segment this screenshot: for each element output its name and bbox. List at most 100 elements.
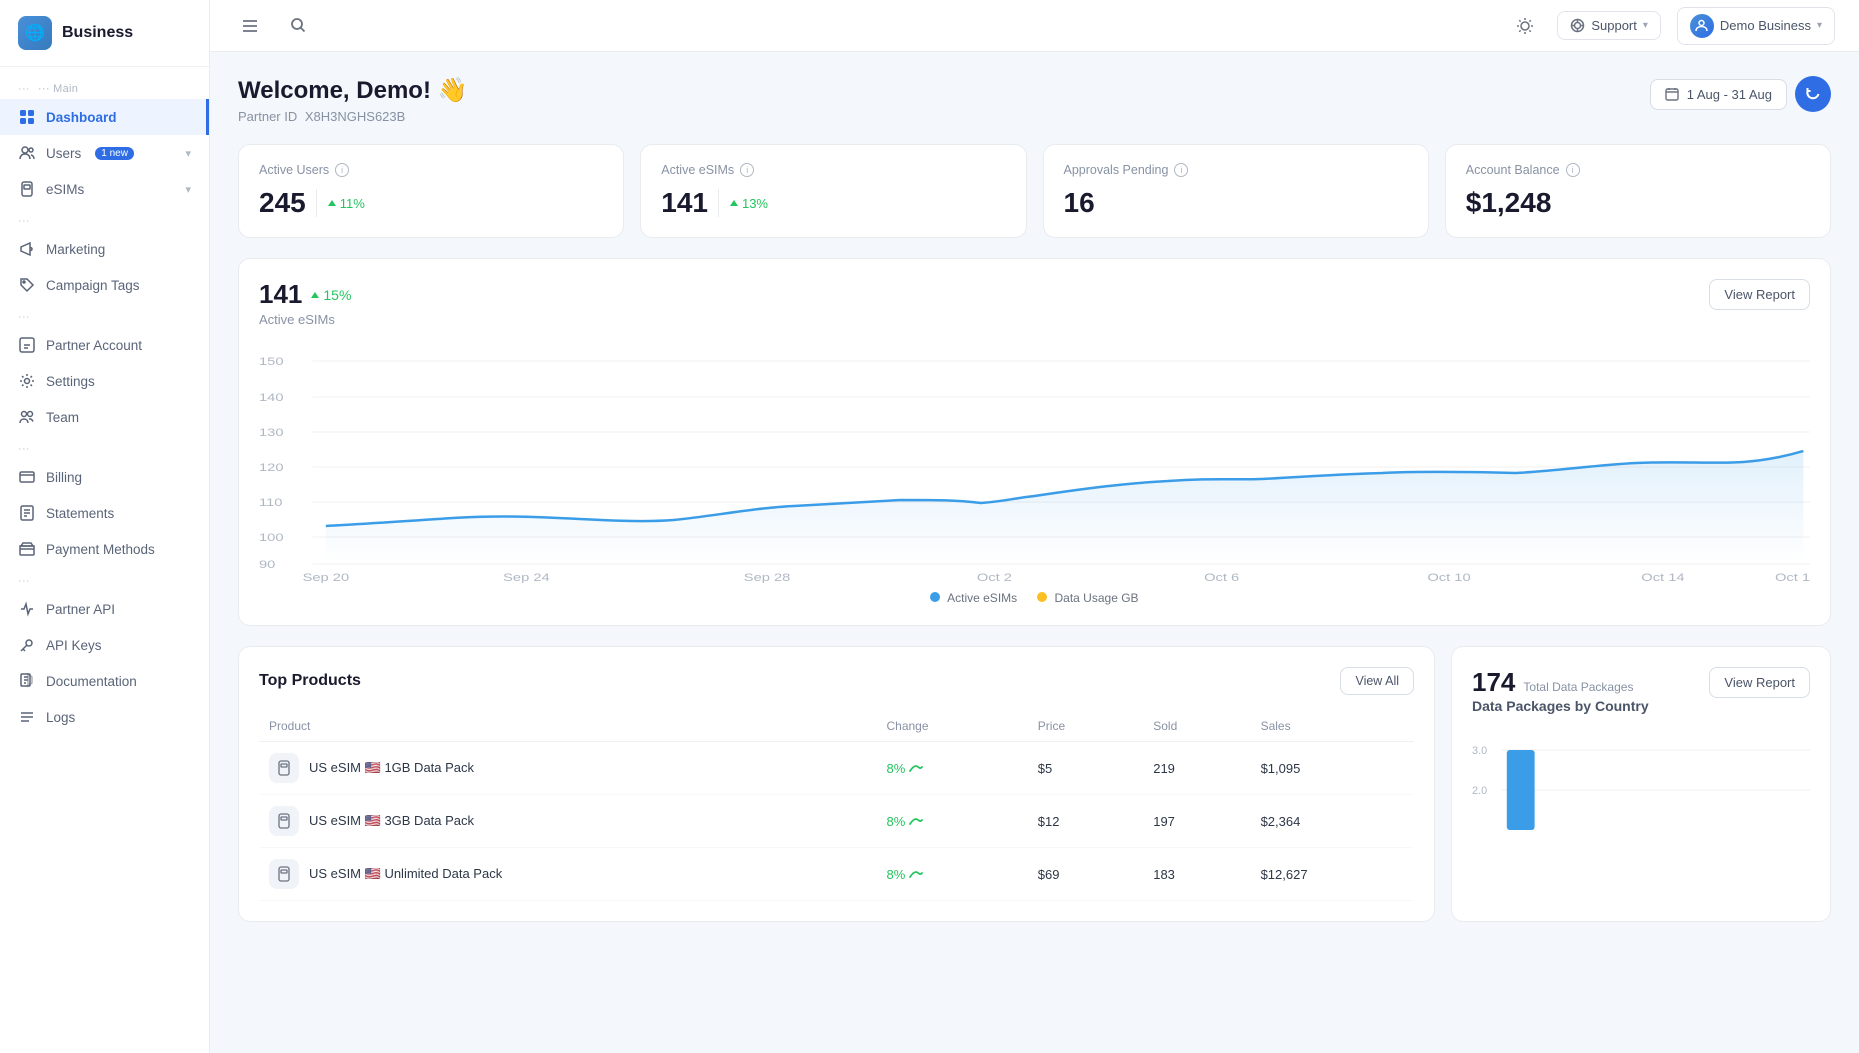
demo-avatar — [1690, 14, 1714, 38]
stat-value: 16 — [1064, 187, 1408, 219]
sidebar-item-dashboard[interactable]: Dashboard — [0, 99, 209, 135]
chevron-down-icon: ▾ — [185, 183, 191, 196]
packages-info: 174 Total Data Packages Data Packages by… — [1472, 667, 1649, 726]
stat-label: Active eSIMs i — [661, 163, 1005, 177]
date-range-picker[interactable]: 1 Aug - 31 Aug — [1650, 79, 1787, 110]
sidebar-item-settings[interactable]: Settings — [0, 363, 209, 399]
divider — [316, 189, 317, 217]
stat-value: 141 13% — [661, 187, 1005, 219]
svg-text:Sep 24: Sep 24 — [503, 571, 550, 583]
chart-change: 15% — [310, 287, 351, 303]
chart-main-value: 141 15% — [259, 279, 351, 310]
sun-icon[interactable] — [1509, 10, 1541, 42]
sidebar-item-api-keys[interactable]: API Keys — [0, 627, 209, 663]
svg-text:140: 140 — [259, 391, 284, 404]
table-row: US eSIM 🇺🇸 Unlimited Data Pack 8% $69 — [259, 848, 1414, 901]
campaign-tags-icon — [18, 276, 36, 294]
packages-count-row: 174 Total Data Packages — [1472, 667, 1649, 698]
right-card-header: 174 Total Data Packages Data Packages by… — [1472, 667, 1810, 726]
view-report-button[interactable]: View Report — [1709, 667, 1810, 698]
payment-methods-icon — [18, 540, 36, 558]
documentation-icon — [18, 672, 36, 690]
sidebar: 🌐 Business ······ Main Dashboard Users 1… — [0, 0, 210, 1053]
table-title: Top Products — [259, 672, 361, 690]
chart-legend: Active eSIMs Data Usage GB — [259, 591, 1810, 605]
svg-text:Oct 18: Oct 18 — [1775, 571, 1810, 583]
sidebar-item-team[interactable]: Team — [0, 399, 209, 435]
sidebar-item-campaign-tags[interactable]: Campaign Tags — [0, 267, 209, 303]
price-cell: $5 — [1028, 742, 1143, 795]
menu-icon[interactable] — [234, 10, 266, 42]
product-name: US eSIM 🇺🇸 1GB Data Pack — [309, 760, 474, 776]
svg-text:90: 90 — [259, 558, 275, 571]
users-badge: 1 new — [95, 147, 134, 160]
sidebar-item-label: API Keys — [46, 638, 102, 653]
line-chart-svg: 150 140 130 120 110 100 90 — [259, 343, 1810, 583]
search-icon[interactable] — [282, 10, 314, 42]
sidebar-section-main: ······ Main — [0, 75, 209, 99]
view-report-button[interactable]: View Report — [1709, 279, 1810, 310]
svg-text:Oct 10: Oct 10 — [1427, 571, 1470, 583]
sidebar-item-label: Settings — [46, 374, 95, 389]
product-cell: US eSIM 🇺🇸 Unlimited Data Pack — [259, 848, 876, 901]
demo-business-button[interactable]: Demo Business ▾ — [1677, 7, 1835, 45]
product-icon — [269, 806, 299, 836]
sidebar-item-statements[interactable]: Statements — [0, 495, 209, 531]
sidebar-item-label: Campaign Tags — [46, 278, 140, 293]
sidebar-item-label: Marketing — [46, 242, 105, 257]
users-icon — [18, 144, 36, 162]
svg-text:Oct 2: Oct 2 — [977, 571, 1012, 583]
refresh-button[interactable] — [1795, 76, 1831, 112]
info-icon[interactable]: i — [335, 163, 349, 177]
partner-account-icon — [18, 336, 36, 354]
svg-text:Oct 14: Oct 14 — [1641, 571, 1684, 583]
sidebar-item-label: Documentation — [46, 674, 137, 689]
sidebar-item-label: Payment Methods — [46, 542, 155, 557]
dashboard-icon — [18, 108, 36, 126]
svg-text:Sep 20: Sep 20 — [303, 571, 350, 583]
esims-icon — [18, 180, 36, 198]
sidebar-item-billing[interactable]: Billing — [0, 459, 209, 495]
welcome-block: Welcome, Demo! 👋 Partner ID X8H3NGHS623B — [238, 76, 468, 124]
svg-text:2.0: 2.0 — [1472, 785, 1487, 797]
sidebar-item-label: Users — [46, 146, 81, 161]
packages-count-label: Total Data Packages — [1523, 680, 1633, 694]
team-icon — [18, 408, 36, 426]
legend-active-esims: Active eSIMs — [930, 591, 1017, 605]
data-packages-card: 174 Total Data Packages Data Packages by… — [1451, 646, 1831, 922]
sidebar-item-esims[interactable]: eSIMs ▾ — [0, 171, 209, 207]
sidebar-item-partner-account[interactable]: Partner Account — [0, 327, 209, 363]
chevron-down-icon: ▾ — [185, 147, 191, 160]
change-cell: 8% — [876, 742, 1027, 795]
sidebar-item-logs[interactable]: Logs — [0, 699, 209, 735]
partner-api-icon — [18, 600, 36, 618]
svg-text:150: 150 — [259, 355, 284, 368]
sidebar-item-users[interactable]: Users 1 new ▾ — [0, 135, 209, 171]
support-button[interactable]: Support ▾ — [1557, 11, 1661, 40]
sidebar-item-partner-api[interactable]: Partner API — [0, 591, 209, 627]
stats-grid: Active Users i 245 11% Active eSIMs i — [238, 144, 1831, 238]
stat-label: Approvals Pending i — [1064, 163, 1408, 177]
stat-card-approvals: Approvals Pending i 16 — [1043, 144, 1429, 238]
info-icon[interactable]: i — [740, 163, 754, 177]
chart-info: 141 15% Active eSIMs — [259, 279, 351, 327]
view-all-button[interactable]: View All — [1340, 667, 1414, 695]
stat-card-balance: Account Balance i $1,248 — [1445, 144, 1831, 238]
sidebar-item-marketing[interactable]: Marketing — [0, 231, 209, 267]
sidebar-logo: 🌐 Business — [0, 0, 209, 67]
chart-area: 150 140 130 120 110 100 90 — [259, 343, 1810, 583]
sidebar-item-documentation[interactable]: Documentation — [0, 663, 209, 699]
products-table: Product Change Price Sold Sales — [259, 711, 1414, 901]
col-sold: Sold — [1143, 711, 1250, 742]
topbar-left — [234, 10, 314, 42]
info-icon[interactable]: i — [1566, 163, 1580, 177]
info-icon[interactable]: i — [1174, 163, 1188, 177]
welcome-title: Welcome, Demo! 👋 — [238, 76, 468, 105]
stat-change: 13% — [729, 196, 768, 211]
packages-count: 174 — [1472, 667, 1515, 698]
welcome-row: Welcome, Demo! 👋 Partner ID X8H3NGHS623B… — [238, 76, 1831, 124]
partner-id: Partner ID X8H3NGHS623B — [238, 109, 468, 124]
svg-text:120: 120 — [259, 461, 284, 474]
chart-card: 141 15% Active eSIMs View Report 150 — [238, 258, 1831, 626]
sidebar-item-payment-methods[interactable]: Payment Methods — [0, 531, 209, 567]
